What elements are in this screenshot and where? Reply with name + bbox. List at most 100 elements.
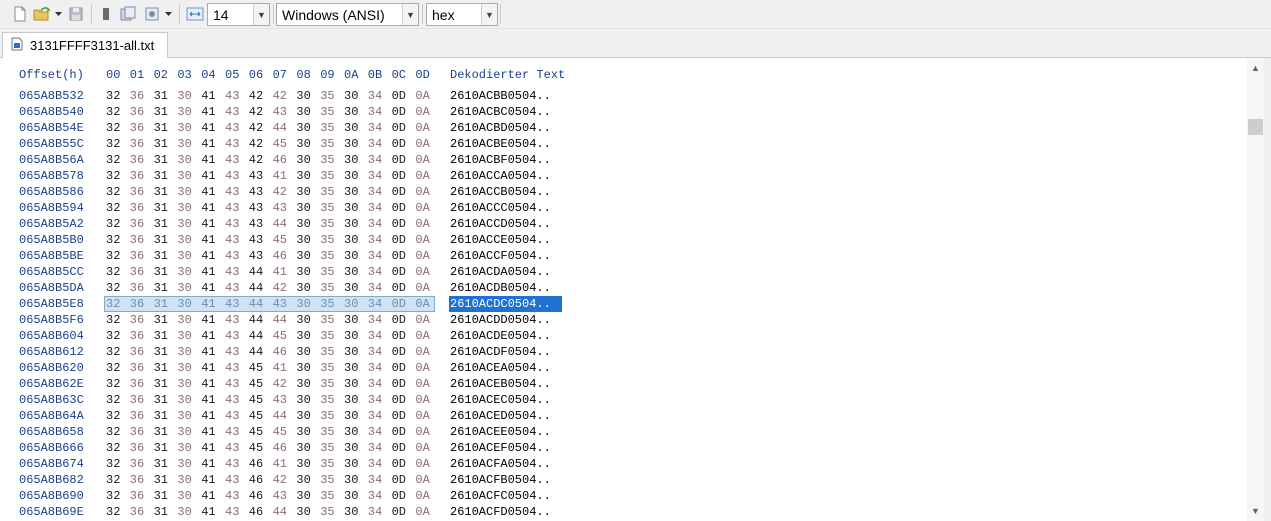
hex-byte[interactable]: 41 (201, 104, 223, 120)
decoded-text[interactable]: 2610ACCF0504.. (450, 248, 551, 264)
hex-byte[interactable]: 32 (106, 232, 128, 248)
hex-byte[interactable]: 42 (273, 280, 295, 296)
hex-byte[interactable]: 42 (273, 88, 295, 104)
scroll-down-arrow-icon[interactable]: ▼ (1247, 503, 1264, 519)
decoded-text[interactable]: 2610ACED0504.. (450, 408, 551, 424)
hex-byte[interactable]: 0D (392, 488, 414, 504)
hex-row[interactable]: 065A8B64A 32 36 31 30 41 43 45 44 30 35 30 34 0D 0A 261… (0, 408, 1247, 424)
hex-byte[interactable]: 30 (296, 264, 318, 280)
hex-byte[interactable]: 46 (273, 344, 295, 360)
hex-byte[interactable]: 0A (415, 296, 437, 312)
hex-byte[interactable]: 41 (201, 488, 223, 504)
decoded-text[interactable]: 2610ACEE0504.. (450, 424, 551, 440)
hex-byte[interactable]: 32 (106, 360, 128, 376)
hex-byte[interactable]: 30 (296, 200, 318, 216)
hex-byte[interactable]: 32 (106, 456, 128, 472)
hex-byte[interactable]: 34 (368, 312, 390, 328)
hex-byte[interactable]: 31 (154, 200, 176, 216)
hex-byte[interactable]: 0D (392, 376, 414, 392)
hex-byte[interactable]: 36 (130, 472, 152, 488)
grip-icon[interactable] (95, 3, 117, 25)
hex-byte[interactable]: 32 (106, 184, 128, 200)
hex-byte[interactable]: 0A (415, 376, 437, 392)
decoded-text[interactable]: 2610ACFC0504.. (450, 488, 551, 504)
hex-byte[interactable]: 31 (154, 168, 176, 184)
hex-byte[interactable]: 30 (296, 376, 318, 392)
hex-byte[interactable]: 41 (273, 264, 295, 280)
hex-byte[interactable]: 41 (201, 264, 223, 280)
hex-byte[interactable]: 30 (344, 360, 366, 376)
decoded-text[interactable]: 2610ACFB0504.. (450, 472, 551, 488)
hex-byte[interactable]: 30 (177, 408, 199, 424)
hex-byte[interactable]: 41 (201, 360, 223, 376)
hex-byte[interactable]: 32 (106, 440, 128, 456)
hex-byte[interactable]: 35 (320, 120, 342, 136)
display-mode-select[interactable]: hex ▼ (426, 3, 498, 26)
hex-editor[interactable]: Offset(h) 00 01 02 03 04 05 06 07 08 09 0A 0B 0C 0D D… (0, 58, 1247, 521)
hex-byte[interactable]: 41 (201, 472, 223, 488)
hex-byte[interactable]: 0D (392, 312, 414, 328)
hex-byte[interactable]: 41 (201, 216, 223, 232)
hex-byte[interactable]: 0D (392, 344, 414, 360)
hex-byte[interactable]: 43 (225, 280, 247, 296)
hex-byte[interactable]: 0D (392, 296, 414, 312)
hex-byte[interactable]: 30 (344, 504, 366, 520)
hex-byte[interactable]: 30 (344, 88, 366, 104)
decoded-text[interactable]: 2610ACDA0504.. (450, 264, 551, 280)
hex-byte[interactable]: 32 (106, 248, 128, 264)
chevron-down-icon[interactable]: ▼ (402, 4, 418, 25)
hex-byte[interactable]: 45 (249, 424, 271, 440)
hex-byte[interactable]: 31 (154, 488, 176, 504)
hex-byte[interactable]: 35 (320, 280, 342, 296)
hex-byte[interactable]: 30 (296, 408, 318, 424)
hex-byte[interactable]: 42 (273, 184, 295, 200)
hex-row[interactable]: 065A8B612 32 36 31 30 41 43 44 46 30 35 30 34 0D 0A 261… (0, 344, 1247, 360)
hex-byte[interactable]: 36 (130, 456, 152, 472)
hex-byte[interactable]: 36 (130, 136, 152, 152)
hex-row[interactable]: 065A8B674 32 36 31 30 41 43 46 41 30 35 30 34 0D 0A 261… (0, 456, 1247, 472)
hex-byte[interactable]: 41 (201, 200, 223, 216)
hex-byte[interactable]: 31 (154, 296, 176, 312)
hex-byte[interactable]: 43 (225, 392, 247, 408)
hex-byte[interactable]: 31 (154, 456, 176, 472)
hex-byte[interactable]: 30 (296, 88, 318, 104)
hex-byte[interactable]: 0D (392, 392, 414, 408)
encoding-select[interactable]: Windows (ANSI) ▼ (276, 3, 419, 26)
hex-byte[interactable]: 41 (201, 136, 223, 152)
hex-byte[interactable]: 43 (225, 472, 247, 488)
hex-byte[interactable]: 46 (249, 488, 271, 504)
hex-byte[interactable]: 30 (344, 168, 366, 184)
hex-byte[interactable]: 42 (249, 120, 271, 136)
hex-byte[interactable]: 34 (368, 376, 390, 392)
hex-byte[interactable]: 30 (344, 184, 366, 200)
hex-byte[interactable]: 30 (296, 104, 318, 120)
hex-byte[interactable]: 35 (320, 376, 342, 392)
hex-byte[interactable]: 36 (130, 488, 152, 504)
hex-byte[interactable]: 34 (368, 472, 390, 488)
hex-row[interactable]: 065A8B532 32 36 31 30 41 43 42 42 30 35 30 34 0D 0A 261… (0, 88, 1247, 104)
decoded-text[interactable]: 2610ACBE0504.. (450, 136, 551, 152)
hex-byte[interactable]: 43 (225, 232, 247, 248)
hex-byte[interactable]: 30 (344, 440, 366, 456)
hex-byte[interactable]: 30 (296, 328, 318, 344)
hex-row[interactable]: 065A8B620 32 36 31 30 41 43 45 41 30 35 30 34 0D 0A 261… (0, 360, 1247, 376)
hex-byte[interactable]: 35 (320, 488, 342, 504)
decoded-text[interactable]: 2610ACCE0504.. (450, 232, 551, 248)
hex-row[interactable]: 065A8B54E 32 36 31 30 41 43 42 44 30 35 30 34 0D 0A 261… (0, 120, 1247, 136)
hex-byte[interactable]: 30 (177, 360, 199, 376)
hex-byte[interactable]: 31 (154, 280, 176, 296)
hex-byte[interactable]: 44 (249, 344, 271, 360)
hex-byte[interactable]: 43 (249, 232, 271, 248)
hex-byte[interactable]: 34 (368, 104, 390, 120)
hex-byte[interactable]: 43 (273, 200, 295, 216)
decoded-text[interactable]: 2610ACBD0504.. (450, 120, 551, 136)
hex-byte[interactable]: 43 (225, 296, 247, 312)
decoded-text[interactable]: 2610ACBB0504.. (450, 88, 551, 104)
hex-byte[interactable]: 32 (106, 312, 128, 328)
decoded-text[interactable]: 2610ACEF0504.. (450, 440, 551, 456)
hex-byte[interactable]: 30 (296, 360, 318, 376)
new-file-icon[interactable] (9, 3, 31, 25)
hex-byte[interactable]: 35 (320, 392, 342, 408)
hex-byte[interactable]: 36 (130, 120, 152, 136)
hex-byte[interactable]: 30 (177, 104, 199, 120)
